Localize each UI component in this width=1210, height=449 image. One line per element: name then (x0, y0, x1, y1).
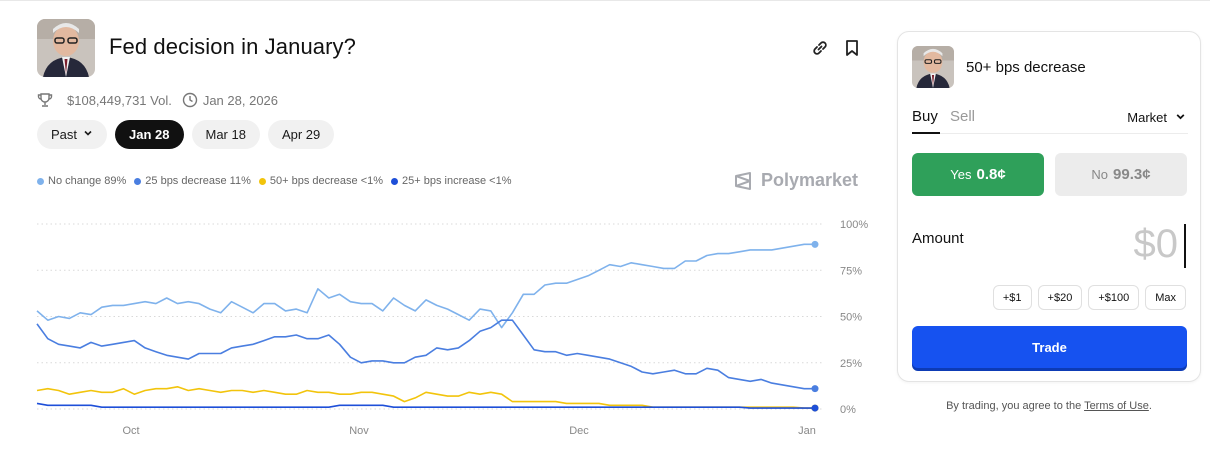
legend-item: No change 89% (37, 175, 126, 187)
text-caret (1184, 224, 1186, 268)
amount-label: Amount (912, 230, 964, 247)
add-20-button[interactable]: +$20 (1037, 285, 1083, 310)
volume-text: $108,449,731 Vol. (67, 92, 172, 108)
link-icon[interactable] (810, 38, 830, 58)
yes-label: Yes (950, 167, 972, 182)
x-tick-label: Oct (122, 425, 139, 437)
x-tick-label: Jan (798, 425, 816, 437)
tab-jan-28[interactable]: Jan 28 (115, 120, 184, 149)
polymarket-watermark: Polymarket (733, 170, 858, 191)
series-line-no-change (36, 243, 815, 329)
y-tick-label: 75% (840, 265, 862, 277)
series-line-25-bps-increase (36, 402, 815, 409)
no-button[interactable]: No 99.3¢ (1055, 153, 1187, 196)
bookmark-icon[interactable] (842, 38, 862, 58)
trophy-icon (37, 92, 53, 108)
no-price: 99.3¢ (1113, 166, 1151, 183)
trade-button[interactable]: Trade (912, 326, 1187, 368)
amount-input[interactable]: $0 (1134, 222, 1179, 267)
y-tick-label: 25% (840, 358, 862, 370)
tab-label: Apr 29 (281, 127, 321, 142)
chevron-down-icon (1175, 111, 1186, 125)
add-100-button[interactable]: +$100 (1088, 285, 1140, 310)
y-tick-label: 50% (840, 312, 862, 324)
chevron-down-icon (83, 128, 93, 141)
legend-dot (258, 177, 266, 185)
y-tick-label: 0% (840, 404, 856, 416)
trade-panel: 50+ bps decrease Buy Sell Market Yes 0.8… (897, 31, 1201, 382)
series-line-50-bps-decrease (36, 386, 815, 409)
no-label: No (1091, 167, 1109, 182)
legend-item: 50+ bps decrease <1% (258, 175, 384, 187)
add-1-button[interactable]: +$1 (992, 285, 1032, 310)
terms-of-use-link[interactable]: Terms of Use (1084, 400, 1149, 412)
chart-grid (37, 223, 822, 410)
watermark-text: Polymarket (761, 170, 859, 190)
tab-sell[interactable]: Sell (950, 108, 975, 125)
end-date-text: Jan 28, 2026 (202, 92, 279, 108)
legend-item: 25 bps decrease 11% (134, 175, 251, 187)
y-axis-labels: 100% 75% 50% 25% 0% (840, 219, 868, 416)
legend-dot (37, 177, 44, 185)
date-tabs: Past Jan 28 Mar 18 Apr 29 (37, 120, 335, 149)
tab-label: Jan 28 (129, 127, 170, 142)
terms-prefix: By trading, you agree to the (946, 400, 1085, 412)
page-title: Fed decision in January? (109, 34, 356, 59)
yes-price: 0.8¢ (976, 166, 1006, 183)
order-type-label: Market (1127, 110, 1167, 125)
terms-notice: By trading, you agree to the Terms of Us… (897, 400, 1201, 412)
outcome-avatar (912, 46, 954, 88)
chart-series (36, 240, 819, 412)
tab-label: Mar 18 (205, 127, 246, 142)
legend-dot (391, 177, 399, 185)
tab-label: Past (51, 127, 78, 142)
x-axis-labels: Oct Nov Dec Jan (122, 425, 815, 437)
polymarket-logo-icon (735, 171, 751, 190)
clock-icon (182, 92, 198, 108)
price-chart: 100% 75% 50% 25% 0% Oct Nov Dec Jan (36, 219, 868, 437)
legend-dot (134, 177, 142, 185)
tab-apr-29[interactable]: Apr 29 (267, 120, 335, 149)
legend-label: 25+ bps increase <1% (402, 175, 512, 187)
max-button[interactable]: Max (1145, 285, 1186, 310)
legend-label: 50+ bps decrease <1% (269, 175, 384, 187)
tab-buy[interactable]: Buy (912, 108, 938, 125)
active-tab-indicator (912, 132, 940, 134)
order-type-dropdown[interactable]: Market (1127, 110, 1186, 125)
top-divider (0, 0, 1210, 1)
terms-suffix: . (1148, 400, 1152, 412)
tab-past[interactable]: Past (37, 120, 108, 149)
series-line-25-bps-decrease (36, 319, 815, 390)
legend-label: No change 89% (48, 175, 127, 187)
tab-divider (912, 133, 1188, 134)
legend-item: 25+ bps increase <1% (391, 175, 511, 187)
series-end-point (811, 404, 819, 412)
x-tick-label: Dec (569, 425, 589, 437)
outcome-title: 50+ bps decrease (966, 59, 1086, 76)
series-end-point (811, 385, 819, 393)
y-tick-label: 100% (840, 219, 868, 231)
quick-amount-buttons: +$1 +$20 +$100 Max (992, 285, 1186, 310)
market-meta: $108,449,731 Vol. Jan 28, 2026 (37, 91, 278, 109)
market-avatar (37, 19, 95, 77)
yes-button[interactable]: Yes 0.8¢ (912, 153, 1044, 196)
chart-legend: No change 89% 25 bps decrease 11% 50+ bp… (37, 175, 511, 187)
tab-mar-18[interactable]: Mar 18 (191, 120, 260, 149)
series-end-point (811, 240, 819, 248)
legend-label: 25 bps decrease 11% (145, 175, 251, 187)
x-tick-label: Nov (349, 425, 369, 437)
